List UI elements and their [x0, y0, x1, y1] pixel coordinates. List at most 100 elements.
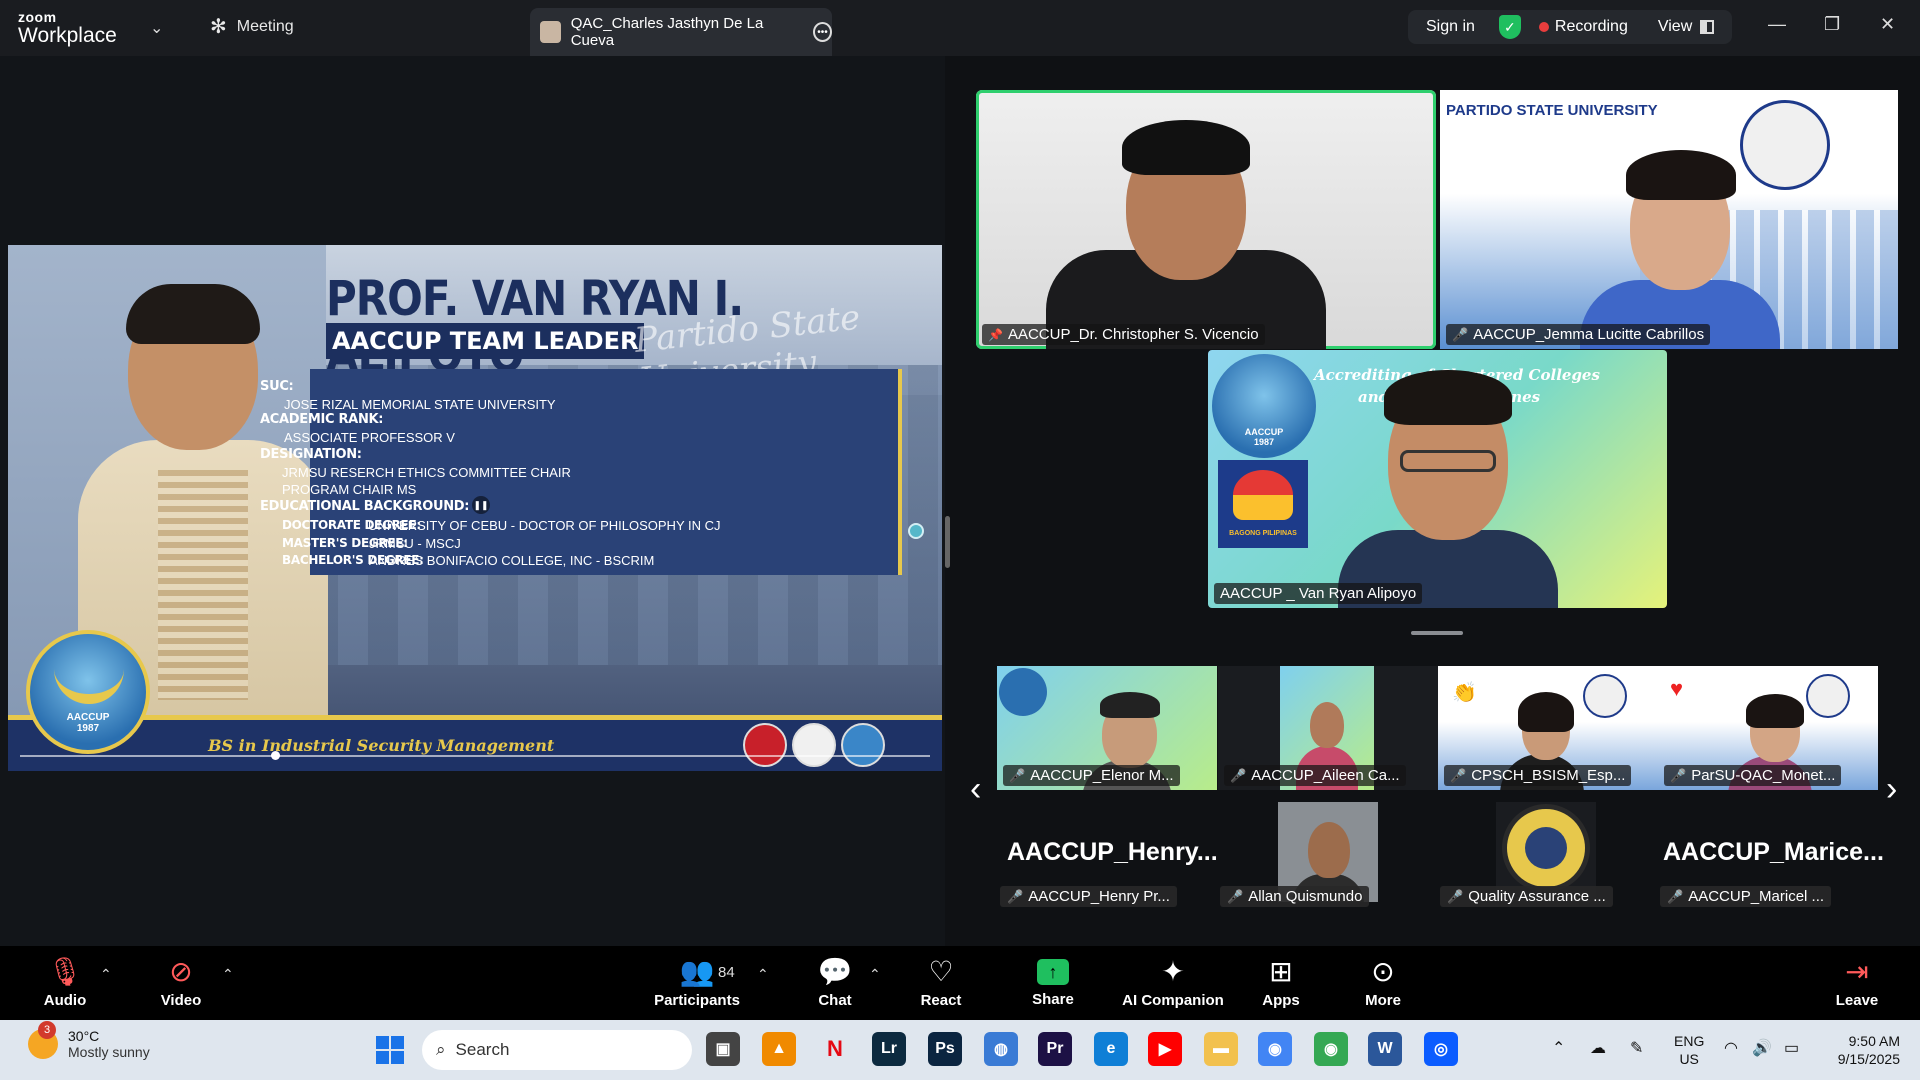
chrome-icon[interactable]: ◉: [1258, 1032, 1292, 1066]
meeting-toolbar: 🎙 Audio ⌃ ⊘ Video ⌃ 👥 Participants 84 ⌃ …: [0, 946, 1920, 1020]
slide-progress-knob[interactable]: [270, 751, 280, 760]
bachelors-value: ANDRES BONIFACIO COLLEGE, INC - BSCRIM: [369, 553, 655, 568]
battery-icon[interactable]: ▭: [1784, 1038, 1799, 1058]
premiere-icon[interactable]: Pr: [1038, 1032, 1072, 1066]
designation-label: DESIGNATION:: [260, 447, 362, 462]
mic-muted-icon: 🎤: [1227, 888, 1244, 904]
tile-logo-year: 1987: [1253, 436, 1275, 447]
react-button[interactable]: ♡ React: [886, 954, 996, 1009]
rank-value: ASSOCIATE PROFESSOR V: [284, 430, 455, 445]
participant-name-label[interactable]: 🎤 AACCUP_Maricel ...: [1660, 886, 1832, 907]
participants-icon: 👥: [679, 956, 715, 987]
title-bar: zoom Workplace ⌄ ✻ Meeting QAC_Charles J…: [0, 0, 1920, 56]
wifi-icon[interactable]: ◠: [1724, 1038, 1738, 1058]
volume-icon[interactable]: 🔊: [1752, 1038, 1772, 1058]
avatar: [540, 21, 561, 43]
apps-label: Apps: [1262, 992, 1300, 1009]
video-off-icon: ⊘: [169, 956, 193, 987]
restore-icon[interactable]: ❐: [1824, 14, 1840, 35]
suc-label: SUC:: [260, 379, 294, 394]
participants-button[interactable]: 👥 Participants: [642, 954, 752, 1009]
participant-name-label[interactable]: 🎤 Allan Quismundo: [1220, 886, 1370, 907]
meeting-host-label: QAC_Charles Jasthyn De La Cueva: [570, 15, 764, 49]
gallery-tile-aileen[interactable]: 🎤 AACCUP_Aileen Ca...: [1218, 666, 1438, 790]
netflix-icon[interactable]: N: [818, 1032, 852, 1066]
chevron-down-icon[interactable]: ⌄: [150, 18, 163, 38]
view-button[interactable]: View: [1658, 18, 1692, 36]
gallery-tile-parsu[interactable]: ♥ 🎤 ParSU-QAC_Monet...: [1658, 666, 1878, 790]
view-layout-icon[interactable]: [1700, 20, 1715, 34]
aaccup-seal-icon: [841, 723, 885, 767]
microphone-muted-icon: 🎙: [47, 956, 83, 987]
participant-name-label[interactable]: 🎤 Quality Assurance ...: [1440, 886, 1613, 907]
pen-icon[interactable]: ✎: [1630, 1038, 1643, 1058]
onedrive-icon[interactable]: ☁: [1590, 1038, 1606, 1058]
gallery-tile-elenor[interactable]: 🎤 AACCUP_Elenor M...: [997, 666, 1217, 790]
participant-name-label[interactable]: 🎤 AACCUP_Henry Pr...: [1000, 886, 1177, 907]
system-clock[interactable]: 9:50 AM 9/15/2025: [1824, 1032, 1900, 1068]
video-tile-christopher[interactable]: 📌 AACCUP_Dr. Christopher S. Vicencio: [976, 90, 1436, 349]
more-button[interactable]: ⊙ More: [1328, 954, 1438, 1009]
pause-icon[interactable]: ❚❚: [472, 496, 490, 514]
participant-name-label: 🎤 AACCUP_Aileen Ca...: [1224, 765, 1406, 786]
meeting-tab[interactable]: ✻ Meeting: [210, 14, 294, 39]
language-code: ENG: [1674, 1033, 1705, 1049]
participant-name: ParSU-QAC_Monet...: [1691, 767, 1836, 784]
apps-button[interactable]: ⊞ Apps: [1226, 954, 1336, 1009]
designation-value-1: JRMSU RESERCH ETHICS COMMITTEE CHAIR: [282, 465, 571, 480]
previous-page-arrow-icon[interactable]: ‹: [970, 770, 981, 809]
browser-icon[interactable]: ◍: [984, 1032, 1018, 1066]
status-pill: Sign in ✓ Recording View: [1408, 10, 1732, 44]
video-options-caret-icon[interactable]: ⌃: [222, 966, 234, 983]
notification-badge: 3: [38, 1021, 56, 1039]
youtube-icon[interactable]: ▶: [1148, 1032, 1182, 1066]
file-explorer-icon[interactable]: ▣: [706, 1032, 740, 1066]
brand-large: Workplace: [18, 24, 117, 47]
windows-start-icon[interactable]: [376, 1036, 404, 1064]
close-icon[interactable]: ✕: [1880, 14, 1895, 35]
video-tile-van-ryan[interactable]: Accrediting of Chartered Colleges and U …: [1208, 350, 1667, 608]
share-button[interactable]: ↑ Share: [998, 954, 1108, 1008]
participants-options-caret-icon[interactable]: ⌃: [757, 966, 769, 983]
edge-icon[interactable]: e: [1094, 1032, 1128, 1066]
weather-widget[interactable]: 3 30°C Mostly sunny: [28, 1021, 150, 1060]
clock-date: 9/15/2025: [1837, 1051, 1900, 1067]
lightroom-icon[interactable]: Lr: [872, 1032, 906, 1066]
security-shield-icon[interactable]: ✓: [1498, 15, 1521, 39]
slide-progress-bar[interactable]: [20, 755, 930, 757]
slide-role: AACCUP TEAM LEADER: [326, 323, 645, 359]
audio-label: Audio: [43, 992, 87, 1009]
participant-name-label: 🎤 AACCUP_Jemma Lucitte Cabrillos: [1446, 324, 1711, 345]
slide-nav-dot[interactable]: [908, 523, 924, 539]
show-hidden-icons-icon[interactable]: ⌃: [1552, 1038, 1565, 1058]
zoom-icon[interactable]: ◎: [1424, 1032, 1458, 1066]
taskbar-search[interactable]: ⌕ Search: [422, 1030, 692, 1070]
audio-options-caret-icon[interactable]: ⌃: [100, 966, 112, 983]
gallery-resize-handle[interactable]: [1411, 631, 1463, 635]
video-tile-jemma[interactable]: PARTIDO STATE UNIVERSITY 🎤 AACCUP_Jemma …: [1440, 90, 1898, 349]
folder-icon[interactable]: ▬: [1204, 1032, 1238, 1066]
word-icon[interactable]: W: [1368, 1032, 1402, 1066]
video-button[interactable]: ⊘ Video: [126, 954, 236, 1009]
language-indicator[interactable]: ENG US: [1674, 1032, 1704, 1068]
recording-status[interactable]: Recording: [1555, 18, 1628, 36]
next-page-arrow-icon[interactable]: ›: [1886, 770, 1897, 809]
vlc-icon[interactable]: ▲: [762, 1032, 796, 1066]
ai-companion-button[interactable]: ✦ AI Companion: [1118, 954, 1228, 1009]
chrome-profile-icon[interactable]: ◉: [1314, 1032, 1348, 1066]
participant-name: Quality Assurance ...: [1468, 888, 1606, 905]
more-icon: ⊙: [1371, 956, 1395, 987]
search-label: Search: [455, 1040, 510, 1059]
meeting-host-tab[interactable]: QAC_Charles Jasthyn De La Cueva •••: [530, 8, 832, 56]
participant-name-label: AACCUP _ Van Ryan Alipoyo: [1214, 583, 1423, 604]
apps-icon: ⊞: [1269, 956, 1293, 987]
more-options-icon[interactable]: •••: [812, 22, 832, 42]
zoom-workplace-logo[interactable]: zoom Workplace: [18, 10, 117, 46]
chat-options-caret-icon[interactable]: ⌃: [869, 966, 881, 983]
gallery-tile-cpsch[interactable]: 👏 🎤 CPSCH_BSISM_Esp...: [1438, 666, 1658, 790]
sign-in-button[interactable]: Sign in: [1426, 18, 1475, 36]
splitter-handle[interactable]: [945, 516, 950, 568]
minimize-icon[interactable]: —: [1768, 14, 1786, 35]
leave-button[interactable]: ⇥ Leave: [1802, 954, 1912, 1009]
photoshop-icon[interactable]: Ps: [928, 1032, 962, 1066]
